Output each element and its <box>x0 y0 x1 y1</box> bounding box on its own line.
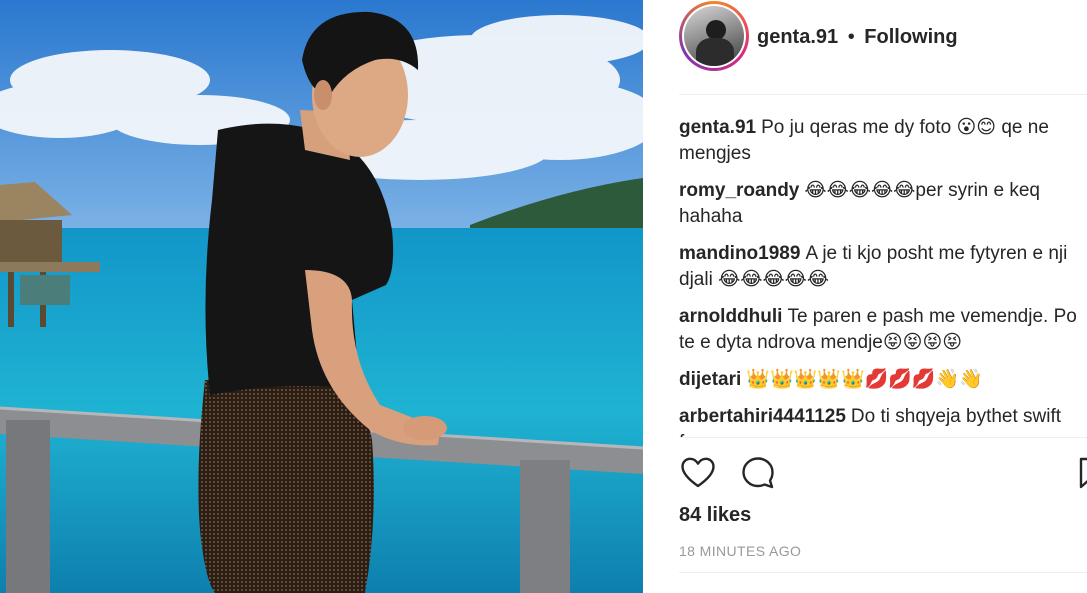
comment-username-link[interactable]: dijetari <box>679 369 741 390</box>
comment-username-link[interactable]: mandino1989 <box>679 243 800 264</box>
divider <box>679 572 1087 573</box>
avatar[interactable] <box>682 4 746 68</box>
comment-item: dijetari 👑👑👑👑👑💋💋💋👋👋 <box>679 367 1087 393</box>
header-text: genta.91 • Following <box>757 26 958 49</box>
comment-username-link[interactable]: genta.91 <box>679 117 756 138</box>
avatar-story-ring[interactable] <box>679 1 749 71</box>
post-actions-bar <box>679 437 1087 507</box>
post-timestamp[interactable]: 18 MINUTES AGO <box>679 543 801 559</box>
comments-list[interactable]: genta.91 Po ju qeras me dy foto 😮😊 qe ne … <box>679 115 1087 437</box>
following-button[interactable]: Following <box>864 26 957 48</box>
post-header: genta.91 • Following <box>679 0 1087 95</box>
post-side-panel: genta.91 • Following genta.91 Po ju qeras… <box>643 0 1087 593</box>
likes-count[interactable]: 84 likes <box>679 504 751 527</box>
comment-username-link[interactable]: romy_roandy <box>679 180 799 201</box>
avatar-image <box>684 6 744 66</box>
comment-item: arbertahiri4441125 Do ti shqyeja bythet s… <box>679 404 1087 437</box>
heart-icon <box>681 457 715 488</box>
comment-username-link[interactable]: arbertahiri4441125 <box>679 406 846 427</box>
comment-username-link[interactable]: arnolddhuli <box>679 306 782 327</box>
comment-item: mandino1989 A je ti kjo posht me fytyren … <box>679 241 1087 293</box>
comment-item: arnolddhuli Te paren e pash me vemendje. … <box>679 304 1087 356</box>
post-photo[interactable] <box>0 0 643 593</box>
avatar-body-shape <box>696 38 734 66</box>
comment-item: romy_roandy 😂😂😂😂😂per syrin e keq hahaha <box>679 178 1087 230</box>
avatar-head-shape <box>706 20 726 40</box>
post-image <box>0 0 643 593</box>
header-separator: • <box>847 26 855 48</box>
header-username-link[interactable]: genta.91 <box>757 26 838 48</box>
save-button[interactable] <box>1071 454 1087 492</box>
comment-item: genta.91 Po ju qeras me dy foto 😮😊 qe ne … <box>679 115 1087 167</box>
comment-button[interactable] <box>739 454 777 492</box>
comment-text: 👑👑👑👑👑💋💋💋👋👋 <box>746 369 983 390</box>
bookmark-icon <box>1079 457 1087 489</box>
like-button[interactable] <box>679 454 717 492</box>
comment-bubble-icon <box>742 457 774 489</box>
